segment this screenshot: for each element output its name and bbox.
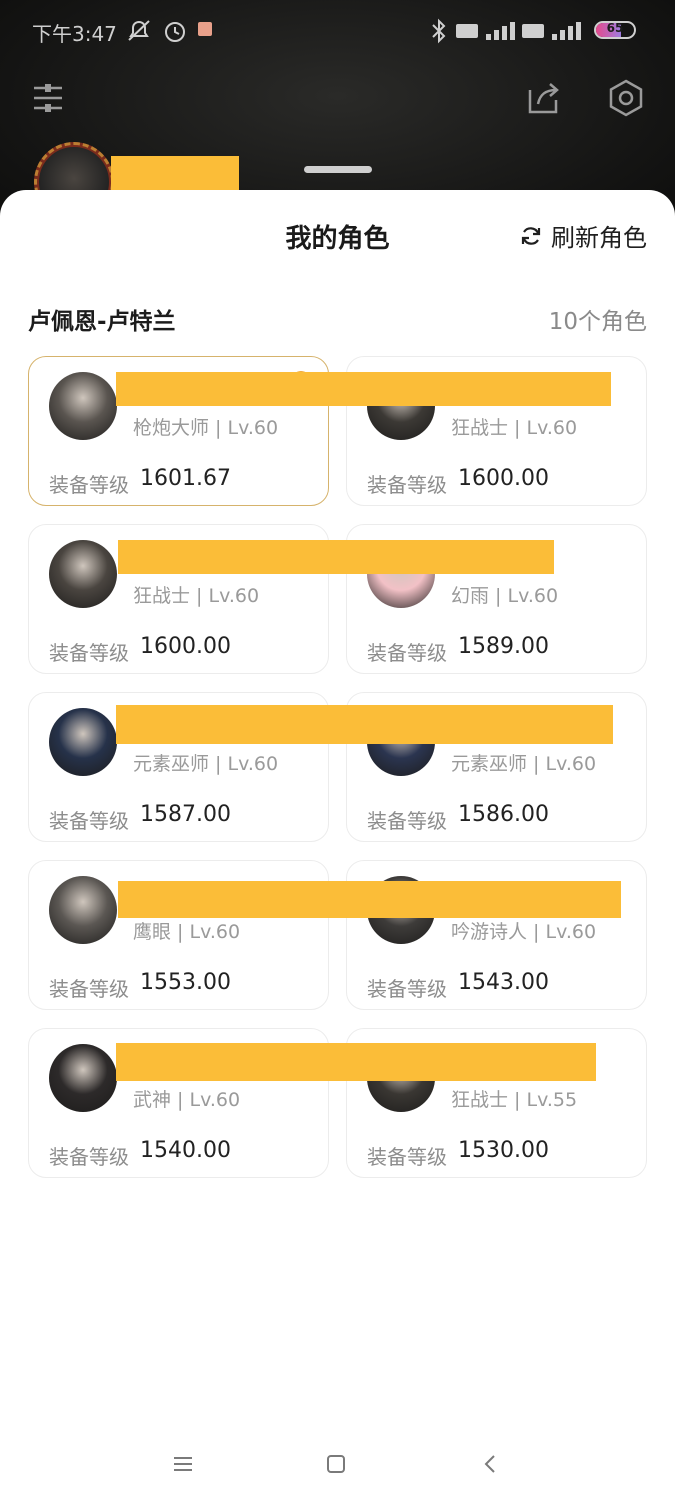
character-avatar <box>49 540 117 608</box>
gear-level-label: 装备等级 <box>367 977 447 1001</box>
gear-level-value: 1600.00 <box>458 466 549 491</box>
gear-level-label: 装备等级 <box>49 473 129 497</box>
home-icon[interactable] <box>316 1444 356 1484</box>
status-time: 下午3:47 <box>32 22 117 46</box>
refresh-icon <box>521 226 541 245</box>
role-count: 10个角色 <box>548 309 647 335</box>
character-avatar <box>49 876 117 944</box>
redacted-character-name <box>118 540 554 574</box>
mute-icon <box>126 18 152 49</box>
gear-level-value: 1587.00 <box>140 802 231 827</box>
character-class-level: 狂战士 | Lv.55 <box>451 1089 578 1111</box>
share-icon[interactable] <box>524 78 564 118</box>
character-class-level: 幻雨 | Lv.60 <box>451 585 559 607</box>
redacted-character-name <box>116 705 613 744</box>
character-avatar <box>49 1044 117 1112</box>
redacted-character-name <box>118 881 621 918</box>
system-nav-bar <box>0 1430 675 1500</box>
menu-icon[interactable] <box>163 1444 203 1484</box>
character-avatar <box>49 372 117 440</box>
gear-level-value: 1543.00 <box>458 970 549 995</box>
gear-level-label: 装备等级 <box>49 809 129 833</box>
gear-level-value: 1540.00 <box>140 1138 231 1163</box>
redacted-character-name <box>116 1043 596 1081</box>
refresh-label: 刷新角色 <box>551 224 647 252</box>
character-class-level: 武神 | Lv.60 <box>133 1089 241 1111</box>
battery-indicator: 65 <box>594 21 636 39</box>
gear-level-value: 1589.00 <box>458 634 549 659</box>
sheet-drag-handle[interactable] <box>304 166 372 173</box>
gear-level-label: 装备等级 <box>367 809 447 833</box>
gear-level-label: 装备等级 <box>49 1145 129 1169</box>
gear-level-value: 1553.00 <box>140 970 231 995</box>
gear-level-value: 1601.67 <box>140 466 231 491</box>
gear-level-label: 装备等级 <box>49 977 129 1001</box>
character-class-level: 狂战士 | Lv.60 <box>133 585 260 607</box>
character-avatar <box>49 708 117 776</box>
battery-percent: 65 <box>606 21 624 35</box>
signal-icon-1 <box>456 18 516 49</box>
character-class-level: 枪炮大师 | Lv.60 <box>133 417 279 439</box>
character-class-level: 元素巫师 | Lv.60 <box>451 753 597 775</box>
gear-level-value: 1530.00 <box>458 1138 549 1163</box>
hexagon-settings-icon[interactable] <box>606 78 646 118</box>
character-class-level: 狂战士 | Lv.60 <box>451 417 578 439</box>
gear-level-label: 装备等级 <box>49 641 129 665</box>
gear-level-label: 装备等级 <box>367 641 447 665</box>
status-bar: 下午3:47 65 <box>0 0 675 62</box>
gear-level-value: 1600.00 <box>140 634 231 659</box>
back-icon[interactable] <box>470 1444 510 1484</box>
signal-icon-2 <box>522 18 586 49</box>
redacted-character-name <box>116 372 611 406</box>
alarm-icon <box>162 18 188 49</box>
gear-level-value: 1586.00 <box>458 802 549 827</box>
gear-level-label: 装备等级 <box>367 473 447 497</box>
gear-level-label: 装备等级 <box>367 1145 447 1169</box>
sliders-icon[interactable] <box>28 78 68 118</box>
character-class-level: 鹰眼 | Lv.60 <box>133 921 241 943</box>
bluetooth-icon <box>430 18 448 49</box>
character-class-level: 吟游诗人 | Lv.60 <box>451 921 597 943</box>
app-notification-icon <box>198 22 212 36</box>
character-class-level: 元素巫师 | Lv.60 <box>133 753 279 775</box>
refresh-button[interactable]: 刷新角色 <box>519 218 647 253</box>
server-name: 卢佩恩-卢特兰 <box>28 309 176 335</box>
